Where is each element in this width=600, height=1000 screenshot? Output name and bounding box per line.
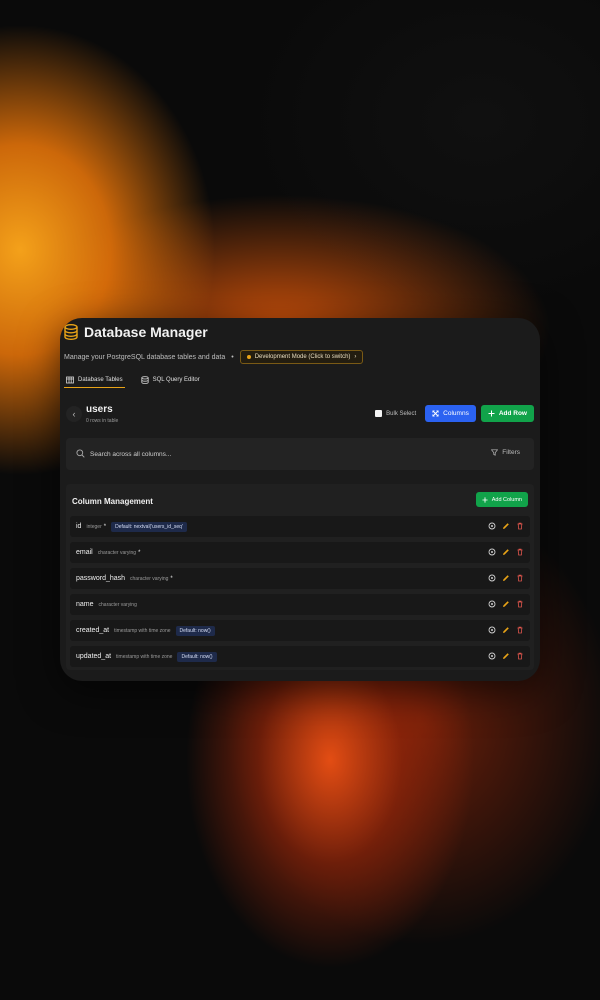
column-management-section: Column Management Add Column id integer * D… bbox=[66, 484, 534, 670]
column-row: updated_at timestamp with time zone Defaul… bbox=[70, 646, 530, 667]
column-type: character varying bbox=[130, 575, 169, 582]
column-list: id integer * Default: nextval('users_id_seq… bbox=[70, 516, 530, 672]
trash-icon[interactable] bbox=[516, 548, 524, 556]
column-row: name character varying bbox=[70, 594, 530, 615]
column-name: name bbox=[76, 601, 94, 608]
database-manager-panel: Database Manager Manage your PostgreSQL … bbox=[60, 318, 540, 681]
default-value-badge: Default: now() bbox=[175, 625, 215, 636]
settings-icon[interactable] bbox=[488, 600, 496, 608]
edit-pencil-icon[interactable] bbox=[502, 600, 510, 608]
trash-icon[interactable] bbox=[516, 600, 524, 608]
subtitle-row: Manage your PostgreSQL database tables a… bbox=[64, 350, 364, 364]
database-icon bbox=[64, 324, 78, 340]
chevron-left-icon: ‹ bbox=[72, 409, 76, 419]
status-dot-icon bbox=[246, 355, 251, 359]
edit-pencil-icon[interactable] bbox=[502, 574, 510, 582]
trash-icon[interactable] bbox=[516, 626, 524, 634]
chevron-right-icon: › bbox=[354, 354, 357, 360]
add-column-button[interactable]: Add Column bbox=[475, 492, 528, 507]
settings-icon[interactable] bbox=[488, 574, 496, 582]
settings-icon[interactable] bbox=[488, 652, 496, 660]
add-row-button[interactable]: Add Row bbox=[480, 405, 534, 422]
development-mode-toggle[interactable]: Development Mode (Click to switch) › bbox=[239, 350, 364, 364]
column-name: email bbox=[76, 549, 93, 556]
column-type: timestamp with time zone bbox=[114, 627, 171, 634]
checkbox-icon[interactable] bbox=[375, 410, 383, 417]
search-bar: Filters bbox=[66, 438, 534, 470]
page-subtitle: Manage your PostgreSQL database tables a… bbox=[64, 353, 226, 361]
column-type: character varying bbox=[97, 549, 137, 556]
edit-pencil-icon[interactable] bbox=[502, 548, 510, 556]
trash-icon[interactable] bbox=[516, 522, 524, 530]
row-actions bbox=[488, 522, 524, 530]
search-icon bbox=[76, 449, 85, 458]
add-column-label: Add Column bbox=[491, 496, 522, 503]
edit-pencil-icon[interactable] bbox=[502, 626, 510, 634]
tab-bar: Database Tables SQL Query Editor bbox=[64, 372, 202, 390]
column-type: timestamp with time zone bbox=[116, 653, 173, 660]
table-header: ‹ users 0 rows in table Bulk Select Colu… bbox=[64, 402, 534, 426]
column-row: id integer * Default: nextval('users_id_seq… bbox=[70, 516, 530, 537]
section-title: Column Management bbox=[72, 497, 153, 506]
required-marker: * bbox=[138, 549, 141, 556]
row-count: 0 rows in table bbox=[86, 418, 119, 424]
edit-pencil-icon[interactable] bbox=[502, 652, 510, 660]
edit-pencil-icon[interactable] bbox=[502, 522, 510, 530]
bulk-select-toggle[interactable]: Bulk Select bbox=[371, 405, 420, 422]
row-actions bbox=[488, 574, 524, 582]
column-name: created_at bbox=[76, 627, 110, 634]
separator: • bbox=[231, 353, 234, 361]
trash-icon[interactable] bbox=[516, 574, 524, 582]
tab-database-tables[interactable]: Database Tables bbox=[64, 372, 125, 388]
table-name: users bbox=[86, 404, 113, 415]
columns-button[interactable]: Columns bbox=[425, 405, 476, 422]
column-name: updated_at bbox=[76, 653, 112, 660]
page-title: Database Manager bbox=[84, 324, 208, 340]
database-icon bbox=[140, 376, 149, 384]
column-row: created_at timestamp with time zone Defaul… bbox=[70, 620, 530, 641]
required-marker: * bbox=[103, 523, 107, 530]
column-row: email character varying * bbox=[70, 542, 530, 563]
back-button[interactable]: ‹ bbox=[66, 406, 82, 422]
required-marker: * bbox=[170, 575, 173, 582]
filters-label: Filters bbox=[502, 449, 520, 456]
table-actions: Bulk Select Columns Add Row bbox=[371, 405, 534, 422]
row-actions bbox=[488, 548, 524, 556]
settings-icon[interactable] bbox=[488, 548, 496, 556]
add-row-label: Add Row bbox=[498, 410, 527, 417]
plus-icon bbox=[482, 496, 488, 503]
filters-button[interactable]: Filters bbox=[491, 449, 520, 456]
trash-icon[interactable] bbox=[516, 652, 524, 660]
default-value-badge: Default: nextval('users_id_seq' bbox=[111, 521, 187, 532]
tab-label: SQL Query Editor bbox=[152, 377, 200, 383]
column-type: character varying bbox=[98, 601, 137, 608]
tab-sql-query-editor[interactable]: SQL Query Editor bbox=[139, 372, 202, 388]
tab-label: Database Tables bbox=[78, 376, 123, 383]
table-icon bbox=[66, 376, 74, 383]
column-name: password_hash bbox=[76, 575, 126, 582]
settings-icon[interactable] bbox=[488, 626, 496, 634]
column-type: integer bbox=[86, 523, 102, 530]
bulk-select-label: Bulk Select bbox=[386, 410, 417, 417]
row-actions bbox=[488, 626, 524, 634]
mode-badge-label: Development Mode (Click to switch) bbox=[254, 354, 351, 360]
title-row: Database Manager bbox=[64, 324, 208, 340]
plus-icon bbox=[488, 410, 495, 417]
default-value-badge: Default: now() bbox=[177, 651, 217, 662]
columns-label: Columns bbox=[443, 410, 469, 417]
search-input[interactable] bbox=[90, 446, 370, 462]
row-actions bbox=[488, 652, 524, 660]
column-name: id bbox=[76, 523, 82, 530]
column-row: password_hash character varying * bbox=[70, 568, 530, 589]
settings-icon[interactable] bbox=[488, 522, 496, 530]
filter-icon bbox=[491, 449, 499, 456]
columns-icon bbox=[432, 410, 439, 417]
row-actions bbox=[488, 600, 524, 608]
